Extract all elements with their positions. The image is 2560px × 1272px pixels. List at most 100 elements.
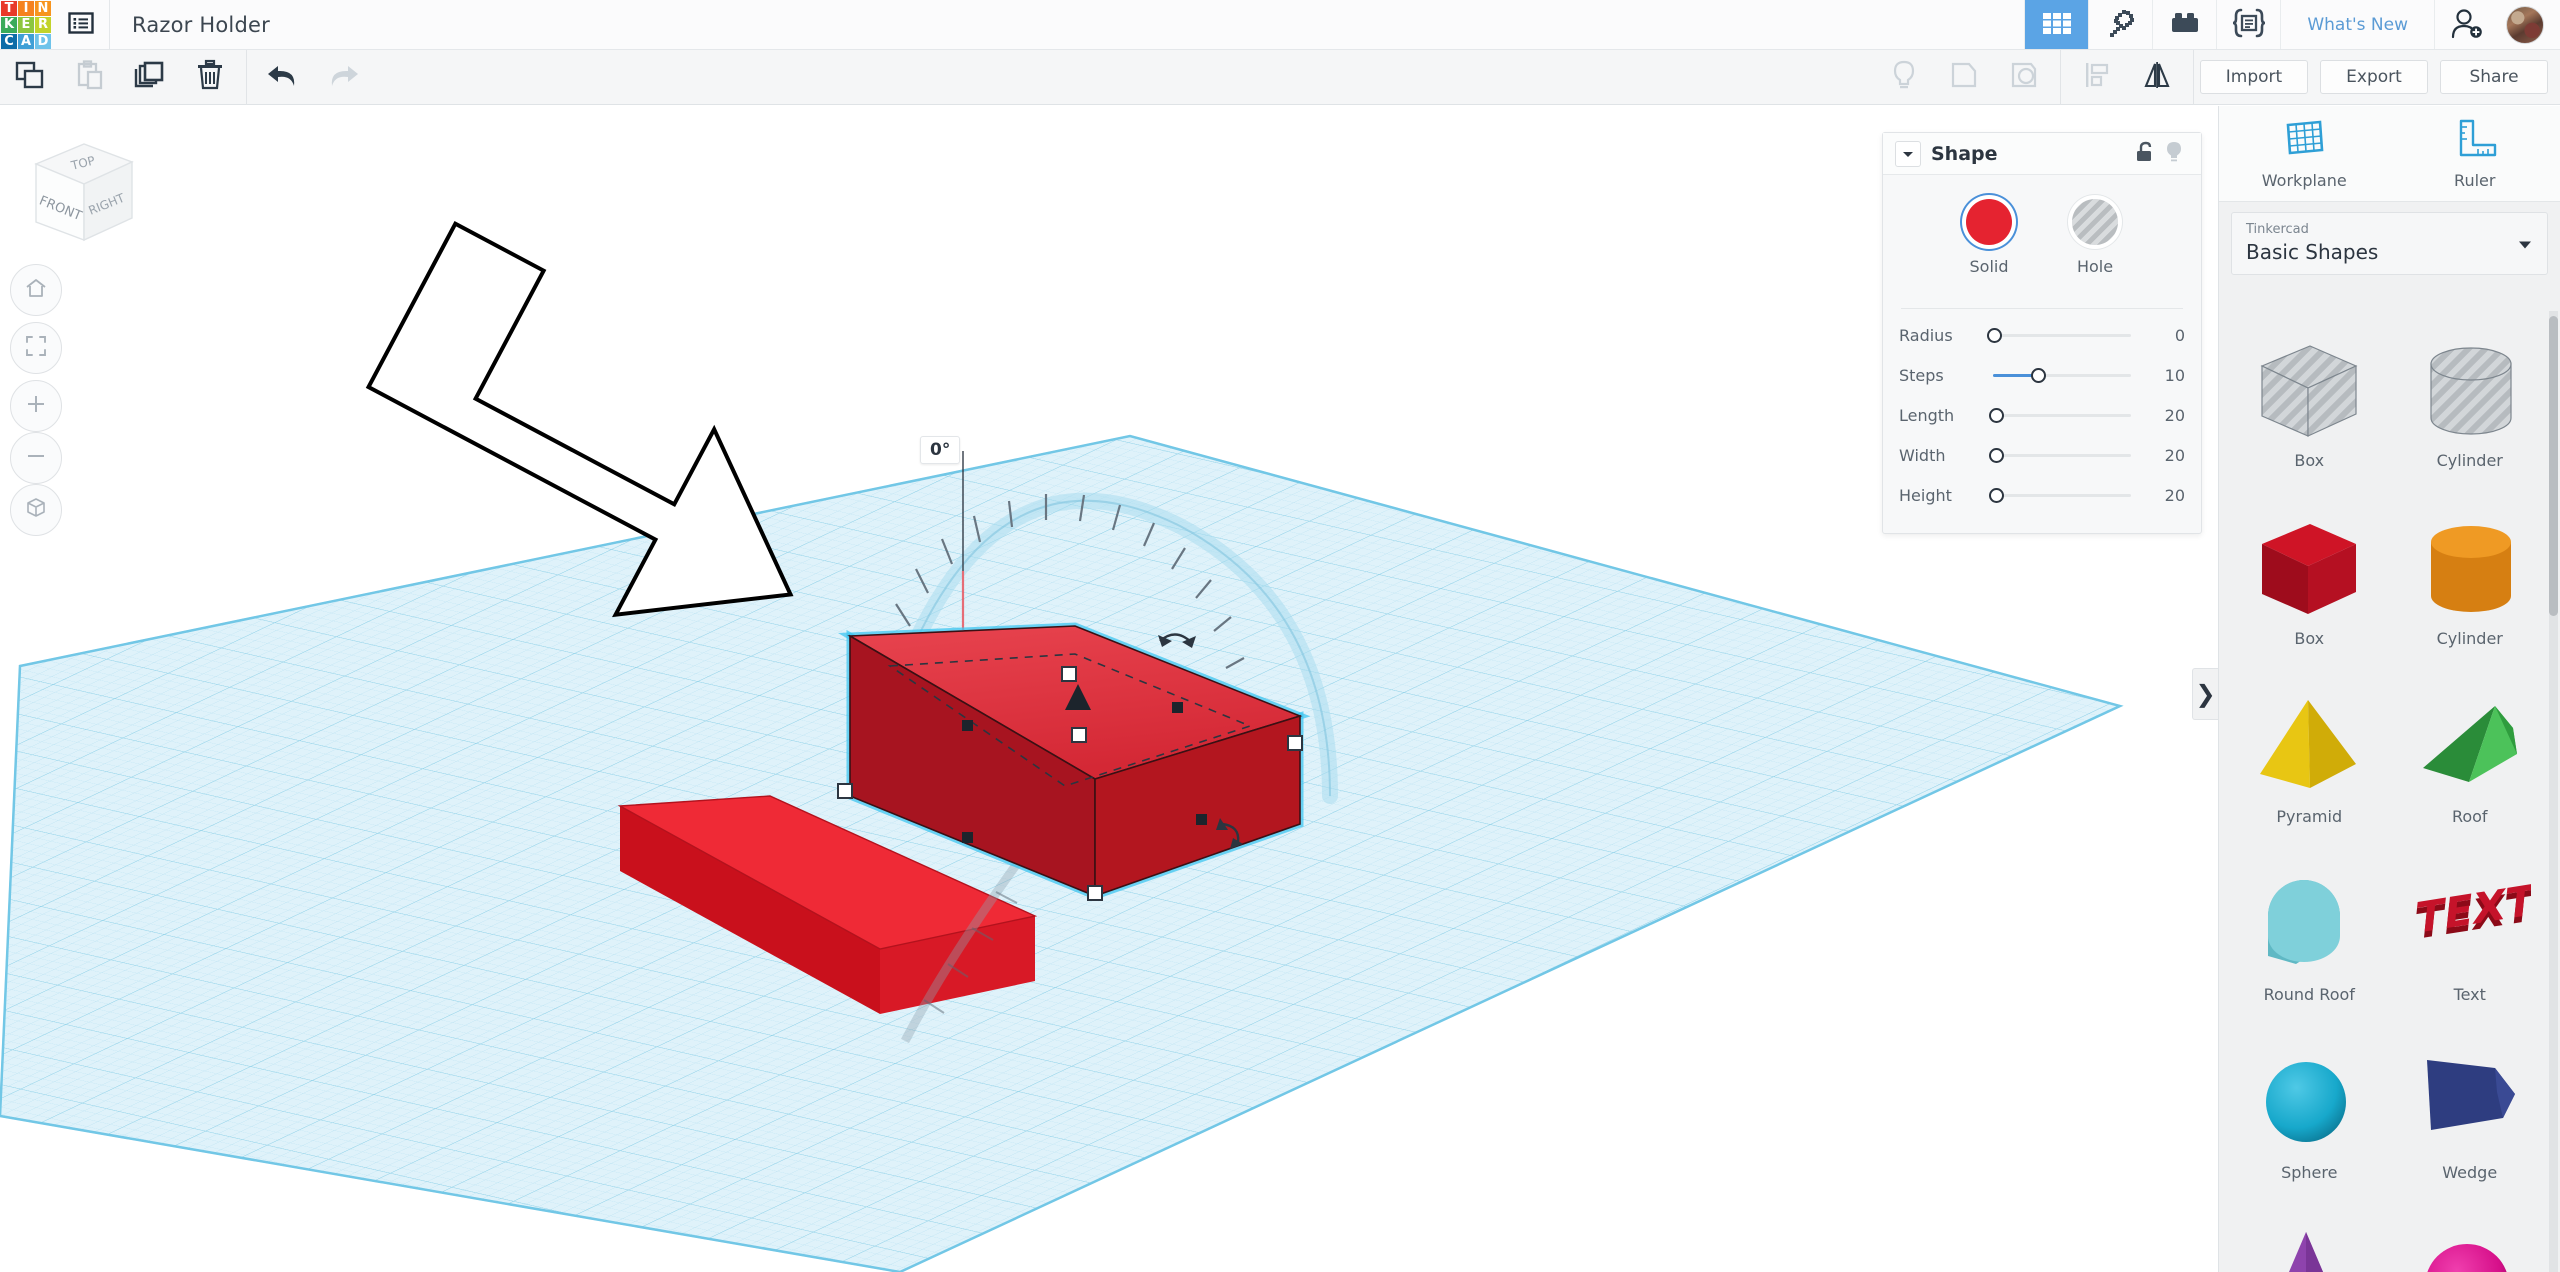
library-name-label: Basic Shapes xyxy=(2246,240,2379,265)
solid-color-swatch[interactable] xyxy=(1966,199,2012,245)
shape-item-round-roof[interactable]: Round Roof xyxy=(2229,859,2390,1031)
steps-value[interactable]: 10 xyxy=(2139,366,2185,385)
shape-item-text[interactable]: TEXT TEXT Text xyxy=(2390,859,2551,1031)
height-label: Height xyxy=(1899,485,1952,505)
whats-new-link[interactable]: What's New xyxy=(2280,0,2434,49)
edit-toolbar-left xyxy=(0,49,373,105)
ruler-icon xyxy=(2452,117,2498,163)
inspector-header: Shape xyxy=(1883,133,2201,175)
visibility-toggle-button[interactable] xyxy=(2159,140,2189,168)
paste-button[interactable] xyxy=(60,50,120,105)
group-icon xyxy=(1949,60,1979,94)
workplane-icon xyxy=(2281,117,2327,163)
ungroup-icon xyxy=(2009,60,2039,94)
toolbar-divider-3 xyxy=(2193,49,2194,105)
shape-item-box[interactable]: Box xyxy=(2229,503,2390,675)
shape-item-wedge[interactable]: Wedge xyxy=(2390,1037,2551,1209)
logo-cell-d: D xyxy=(35,33,51,49)
zoom-in-button[interactable] xyxy=(10,380,62,432)
design-canvas[interactable]: 0° TOP FRONT RIGHT Shape Solid Hole Radi… xyxy=(0,106,2218,1272)
projection-toggle-button[interactable] xyxy=(10,484,62,536)
hole-swatch[interactable] xyxy=(2072,199,2118,245)
radius-value[interactable]: 0 xyxy=(2139,326,2185,345)
shape-inspector: Shape Solid Hole Radius 0 Steps 10 Lengt… xyxy=(1882,132,2202,534)
height-slider-knob[interactable] xyxy=(1989,487,2004,503)
radius-label: Radius xyxy=(1899,325,1953,345)
tinkercad-logo[interactable]: T I N K E R C A D xyxy=(0,0,52,50)
radius-slider-knob[interactable] xyxy=(1987,327,2002,343)
copy-button[interactable] xyxy=(0,50,60,105)
workplane-tool[interactable]: Workplane xyxy=(2219,106,2390,201)
fit-to-view-button[interactable] xyxy=(10,322,62,374)
inspector-divider xyxy=(1901,308,2183,309)
rotation-angle-label: 0° xyxy=(920,436,961,464)
mirror-icon xyxy=(2141,59,2173,95)
shape-library-selector[interactable]: Tinkercad Basic Shapes xyxy=(2231,212,2548,276)
plus-icon xyxy=(24,392,48,420)
shape-item-cylinder[interactable]: Cylinder xyxy=(2390,503,2551,675)
shape-label: Text xyxy=(2453,985,2486,1004)
sidebar-collapse-button[interactable]: ❯ xyxy=(2192,668,2218,720)
lock-toggle-button[interactable] xyxy=(2129,141,2159,167)
project-list-button[interactable] xyxy=(52,0,110,49)
group-button[interactable] xyxy=(1934,50,1994,105)
align-button[interactable] xyxy=(2067,50,2127,105)
pyramid-icon xyxy=(2248,693,2370,803)
hole-option[interactable]: Hole xyxy=(2072,199,2118,276)
duplicate-button[interactable] xyxy=(120,50,180,105)
steps-slider-knob[interactable] xyxy=(2031,367,2046,383)
solid-option[interactable]: Solid xyxy=(1966,199,2012,276)
inspector-collapse-button[interactable] xyxy=(1895,140,1921,167)
mirror-button[interactable] xyxy=(2127,50,2187,105)
paste-icon xyxy=(74,59,106,95)
nav-minecraft[interactable] xyxy=(2088,0,2152,49)
grid-3x3-icon xyxy=(2041,7,2073,43)
length-slider[interactable] xyxy=(1981,404,2139,426)
redo-button[interactable] xyxy=(313,50,373,105)
shapes-sidebar: Workplane Ruler Tinkercad Basic Shapes B… xyxy=(2218,106,2560,1272)
account-menu-button[interactable] xyxy=(2498,0,2560,49)
width-label: Width xyxy=(1899,445,1946,465)
nav-codeblocks[interactable] xyxy=(2216,0,2280,49)
invite-user-button[interactable] xyxy=(2434,0,2498,49)
ungroup-button[interactable] xyxy=(1994,50,2054,105)
shape-item-box-hole[interactable]: Box xyxy=(2229,325,2390,497)
tinkercad-app: T I N K E R C A D Razor Holder What's Ne… xyxy=(0,0,2560,1272)
import-button[interactable]: Import xyxy=(2200,60,2308,94)
nav-blocks[interactable] xyxy=(2152,0,2216,49)
export-button[interactable]: Export xyxy=(2320,60,2428,94)
length-value[interactable]: 20 xyxy=(2139,406,2185,425)
height-slider[interactable] xyxy=(1981,484,2139,506)
height-value[interactable]: 20 xyxy=(2139,486,2185,505)
radius-slider[interactable] xyxy=(1981,324,2139,346)
shape-item-pyramid[interactable]: Pyramid xyxy=(2229,681,2390,853)
nav-3d-designs[interactable] xyxy=(2024,0,2089,49)
shape-item-sphere-magenta[interactable]: Sphere xyxy=(2390,1215,2551,1272)
ruler-tool[interactable]: Ruler xyxy=(2390,106,2560,201)
redo-arrow-icon xyxy=(324,60,362,94)
undo-button[interactable] xyxy=(253,50,313,105)
shape-item-roof[interactable]: Roof xyxy=(2390,681,2551,853)
round-roof-icon xyxy=(2248,871,2370,981)
shape-item-sphere[interactable]: Sphere xyxy=(2229,1037,2390,1209)
shape-label: Pyramid xyxy=(2276,807,2343,826)
shape-label: Cylinder xyxy=(2436,451,2503,470)
lightbulb-button[interactable] xyxy=(1874,50,1934,105)
document-title[interactable]: Razor Holder xyxy=(110,0,270,49)
share-button[interactable]: Share xyxy=(2440,60,2548,94)
cube-projection-icon xyxy=(24,496,48,524)
shape-item-cylinder-hole[interactable]: Cylinder xyxy=(2390,325,2551,497)
width-slider-knob[interactable] xyxy=(1989,447,2004,463)
delete-button[interactable] xyxy=(180,50,240,105)
length-slider-knob[interactable] xyxy=(1989,407,2004,423)
home-view-button[interactable] xyxy=(10,264,62,316)
duplicate-icon xyxy=(133,59,167,95)
shape-item-cone[interactable]: Cone xyxy=(2229,1215,2390,1272)
zoom-out-button[interactable] xyxy=(10,432,62,484)
wedge-icon xyxy=(2409,1049,2531,1159)
width-slider[interactable] xyxy=(1981,444,2139,466)
sphere-icon xyxy=(2409,1227,2531,1272)
width-value[interactable]: 20 xyxy=(2139,446,2185,465)
steps-slider[interactable] xyxy=(1981,364,2139,386)
view-cube[interactable]: TOP FRONT RIGHT xyxy=(22,136,140,246)
